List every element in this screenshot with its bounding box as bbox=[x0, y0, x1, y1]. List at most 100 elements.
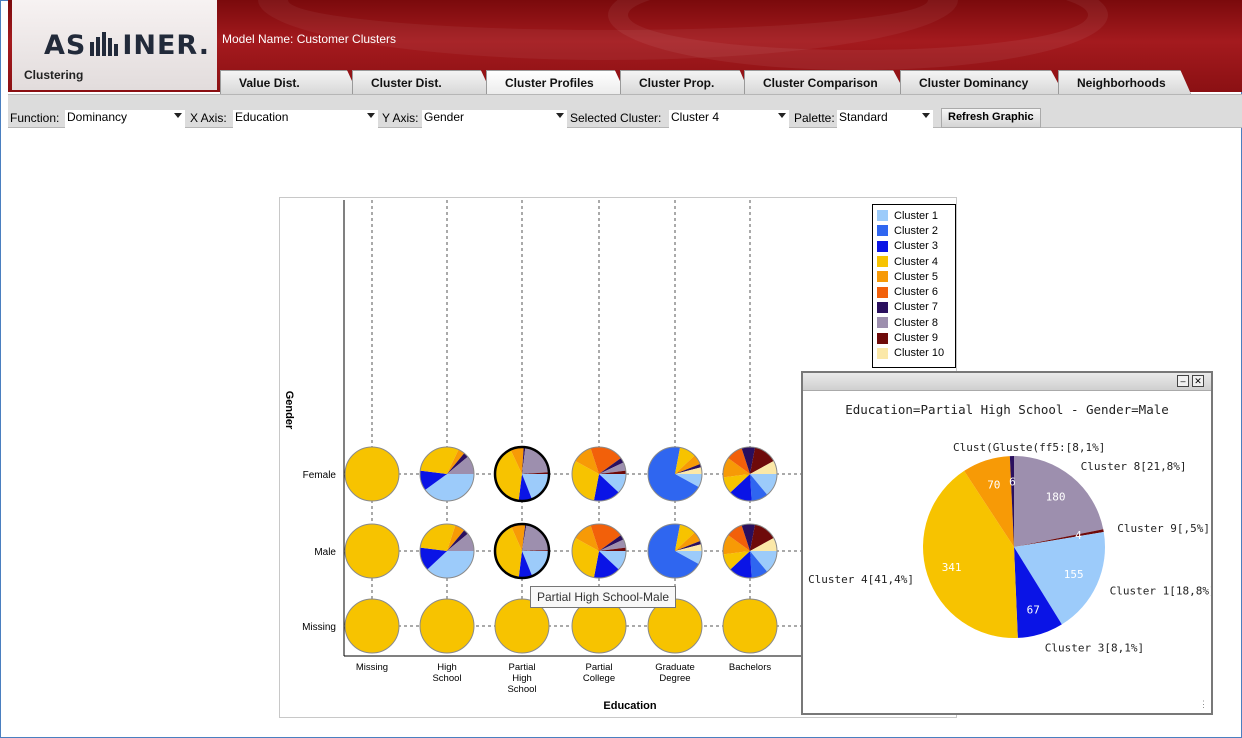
cluster-label: Selected Cluster: bbox=[570, 111, 662, 125]
pie-cell[interactable] bbox=[571, 523, 627, 579]
pie-cell[interactable] bbox=[722, 598, 778, 654]
pie-slice bbox=[722, 598, 778, 654]
chevron-down-icon bbox=[778, 113, 786, 118]
tab-neighborhoods[interactable]: Neighborhoods bbox=[1058, 70, 1191, 94]
x-tick-label: Degree bbox=[659, 673, 690, 684]
y-axis-title: Gender bbox=[283, 391, 295, 430]
legend-swatch bbox=[877, 256, 888, 268]
refresh-graphic-button[interactable]: Refresh Graphic bbox=[941, 108, 1041, 128]
legend-item: Cluster 4 bbox=[877, 254, 951, 269]
slice-name-label: Cluster 8[21,8%] bbox=[1081, 460, 1187, 473]
logo-bars-icon bbox=[90, 32, 119, 56]
tooltip: Partial High School-Male bbox=[530, 586, 677, 608]
slice-name-label: Cluster 4[41,4%] bbox=[808, 573, 914, 586]
popup-titlebar[interactable]: – ✕ bbox=[803, 373, 1211, 391]
tab-cluster-prop[interactable]: Cluster Prop. bbox=[620, 70, 750, 94]
pie-cell[interactable] bbox=[344, 598, 400, 654]
slice-count-label: 341 bbox=[942, 561, 962, 574]
function-select[interactable]: Dominancy bbox=[65, 110, 185, 128]
y-tick-label: Female bbox=[303, 470, 337, 481]
pie-slice bbox=[344, 523, 400, 579]
app-tab-clustering[interactable]: Clustering bbox=[24, 68, 83, 82]
pie-cell[interactable] bbox=[493, 445, 551, 503]
chevron-down-icon bbox=[174, 113, 182, 118]
legend: Cluster 1 Cluster 2 Cluster 3 Cluster 4 Clus… bbox=[872, 204, 956, 368]
legend-item: Cluster 7 bbox=[877, 300, 951, 315]
legend-label: Cluster 10 bbox=[894, 347, 945, 360]
legend-item: Cluster 10 bbox=[877, 346, 951, 361]
function-label: Function: bbox=[10, 111, 60, 125]
legend-swatch bbox=[877, 210, 888, 222]
tab-cluster-comparison[interactable]: Cluster Comparison bbox=[744, 70, 906, 94]
popup-title: Education=Partial High School - Gender=M… bbox=[845, 402, 1169, 417]
legend-swatch bbox=[877, 332, 888, 344]
slice-count-label: 155 bbox=[1064, 568, 1084, 581]
tab-cluster-dist[interactable]: Cluster Dist. bbox=[352, 70, 492, 94]
slice-overlap-label: Clust(Gluste(ff5:[8,1%] bbox=[953, 441, 1105, 454]
tab-value-dist[interactable]: Value Dist. bbox=[220, 70, 358, 94]
x-tick-label: High bbox=[512, 673, 532, 684]
legend-swatch bbox=[877, 347, 888, 359]
legend-label: Cluster 7 bbox=[894, 301, 939, 314]
legend-label: Cluster 8 bbox=[894, 316, 939, 329]
y-tick-label: Missing bbox=[302, 622, 336, 633]
legend-item: Cluster 1 bbox=[877, 208, 951, 223]
slice-name-label: Cluster 9[,5%] bbox=[1117, 522, 1210, 535]
legend-swatch bbox=[877, 240, 888, 252]
tab-cluster-dominancy[interactable]: Cluster Dominancy bbox=[900, 70, 1064, 94]
palette-label: Palette: bbox=[794, 111, 835, 125]
tab-bar: Value Dist. Cluster Dist. Cluster Profiles… bbox=[220, 70, 1191, 94]
legend-item: Cluster 8 bbox=[877, 315, 951, 330]
chevron-down-icon bbox=[922, 113, 930, 118]
cluster-select[interactable]: Cluster 4 bbox=[669, 110, 789, 128]
pie-slice bbox=[419, 598, 475, 654]
pie-cell[interactable] bbox=[493, 522, 551, 580]
x-tick-label: Graduate bbox=[655, 662, 695, 673]
legend-item: Cluster 3 bbox=[877, 239, 951, 254]
legend-item: Cluster 5 bbox=[877, 269, 951, 284]
pie-cell[interactable] bbox=[344, 446, 400, 502]
minimize-icon[interactable]: – bbox=[1177, 375, 1189, 387]
pie-cell[interactable] bbox=[571, 446, 627, 502]
legend-item: Cluster 6 bbox=[877, 284, 951, 299]
x-tick-label: High bbox=[437, 662, 457, 673]
legend-label: Cluster 5 bbox=[894, 270, 939, 283]
pie-slice bbox=[344, 598, 400, 654]
model-name: Model Name: Customer Clusters bbox=[222, 32, 397, 46]
slice-count-label: 70 bbox=[987, 479, 1000, 492]
cell-detail-window: 155 Cluster 1[18,8%] 67 Cluster 3[8,1%] 341 C… bbox=[801, 371, 1213, 715]
legend-swatch bbox=[877, 301, 888, 313]
legend-label: Cluster 3 bbox=[894, 240, 939, 253]
slice-count-label: 6 bbox=[1009, 475, 1016, 488]
pie-cell[interactable] bbox=[647, 446, 703, 502]
legend-item: Cluster 9 bbox=[877, 330, 951, 345]
close-icon[interactable]: ✕ bbox=[1192, 375, 1204, 387]
legend-label: Cluster 4 bbox=[894, 255, 939, 268]
legend-label: Cluster 6 bbox=[894, 286, 939, 299]
legend-label: Cluster 2 bbox=[894, 224, 939, 237]
palette-select[interactable]: Standard bbox=[837, 110, 933, 128]
resize-grip-icon[interactable]: ⋮ bbox=[1199, 699, 1208, 710]
yaxis-select[interactable]: Gender bbox=[422, 110, 567, 128]
pie-slice bbox=[344, 446, 400, 502]
legend-item: Cluster 2 bbox=[877, 223, 951, 238]
legend-swatch bbox=[877, 286, 888, 298]
pie-cell[interactable] bbox=[722, 523, 778, 579]
pie-cell[interactable] bbox=[722, 446, 778, 502]
pie-cell[interactable] bbox=[419, 598, 475, 654]
xaxis-select[interactable]: Education bbox=[233, 110, 378, 128]
pie-cell[interactable] bbox=[344, 523, 400, 579]
legend-label: Cluster 9 bbox=[894, 332, 939, 345]
legend-label: Cluster 1 bbox=[894, 209, 939, 222]
tab-cluster-profiles[interactable]: Cluster Profiles bbox=[486, 70, 626, 94]
slice-count-label: 180 bbox=[1046, 490, 1066, 503]
pie-cell[interactable] bbox=[647, 523, 703, 579]
x-tick-label: School bbox=[507, 684, 536, 695]
pie-cell[interactable] bbox=[419, 523, 475, 579]
chevron-down-icon bbox=[367, 113, 375, 118]
slice-name-label: Cluster 3[8,1%] bbox=[1045, 641, 1144, 654]
pie-cell[interactable] bbox=[419, 446, 475, 502]
logo: AS INER. bbox=[44, 30, 210, 61]
x-tick-label: College bbox=[583, 673, 615, 684]
legend-swatch bbox=[877, 317, 888, 329]
